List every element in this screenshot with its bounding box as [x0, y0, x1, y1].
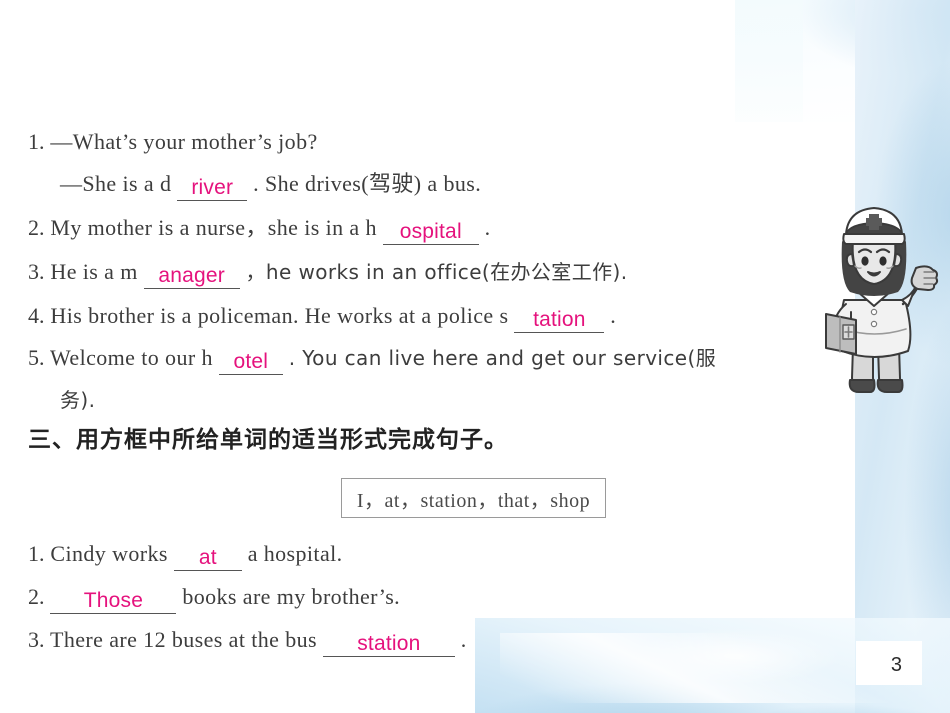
question-text-tail: . She drives(驾驶) a bus. — [253, 171, 482, 196]
question-3-3: 3. There are 12 buses at the bus station… — [28, 626, 467, 657]
question-text: —What’s your mother’s job? — [50, 129, 318, 154]
answer-blank-hospital[interactable]: ospital — [382, 220, 479, 245]
question-text-tail: . — [460, 627, 467, 652]
question-text-tail: . — [484, 215, 491, 240]
answer-blank-manager[interactable]: anager — [143, 264, 240, 289]
question-text: He is a m — [50, 259, 138, 284]
question-2-2: 2. My mother is a nurse，she is in a h os… — [28, 214, 491, 245]
question-number: 4. — [28, 303, 45, 328]
question-number: 3. — [28, 627, 45, 652]
answer-blank-those[interactable]: Those — [50, 589, 177, 614]
question-2-1-answer-line: —She is a d river . She drives(驾驶) a bus… — [60, 170, 481, 201]
question-text: His brother is a policeman. He works at … — [50, 303, 509, 328]
question-number: 2. — [28, 215, 45, 240]
answer-blank-station[interactable]: tation — [514, 308, 605, 333]
question-text: —She is a d — [60, 171, 172, 196]
question-2-3: 3. He is a m anager ，he works in an offi… — [28, 258, 627, 289]
question-2-5-wrap: 务). — [60, 388, 96, 412]
question-text-tail: books are my brother’s. — [182, 584, 401, 609]
answer-blank-station-2[interactable]: station — [322, 632, 455, 657]
answer-blank-at[interactable]: at — [173, 546, 242, 571]
word-bank-box: I，at，station，that，shop — [341, 478, 606, 518]
answer-blank-hotel[interactable]: otel — [218, 350, 283, 375]
page-number: 3 — [890, 654, 902, 676]
question-number: 1. — [28, 541, 45, 566]
question-number: 1. — [28, 129, 45, 154]
section-heading-three: 三、用方框中所给单词的适当形式完成句子。 — [28, 427, 508, 453]
question-text-tail: . — [610, 303, 617, 328]
question-3-1: 1. Cindy works at a hospital. — [28, 540, 343, 571]
question-number: 3. — [28, 259, 45, 284]
question-text-tail: a hospital. — [247, 541, 343, 566]
question-2-5: 5. Welcome to our h otel . You can live … — [28, 344, 716, 375]
question-text: Cindy works — [50, 541, 168, 566]
worksheet-content: 1. —What’s your mother’s job? —She is a … — [0, 0, 950, 713]
question-text-tail: ，he works in an office(在办公室工作). — [245, 260, 628, 284]
question-3-2: 2. Those books are my brother’s. — [28, 583, 400, 614]
question-2-1: 1. —What’s your mother’s job? — [28, 128, 318, 156]
answer-blank-driver[interactable]: river — [177, 176, 248, 201]
question-text: Welcome to our h — [50, 345, 213, 370]
question-text-tail: . You can live here and get our service(… — [288, 346, 717, 370]
question-text: My mother is a nurse，she is in a h — [50, 215, 377, 240]
slide-page: 1. —What’s your mother’s job? —She is a … — [0, 0, 950, 713]
question-number: 2. — [28, 584, 45, 609]
question-2-4: 4. His brother is a policeman. He works … — [28, 302, 616, 333]
question-number: 5. — [28, 345, 45, 370]
question-text: There are 12 buses at the bus — [50, 627, 317, 652]
